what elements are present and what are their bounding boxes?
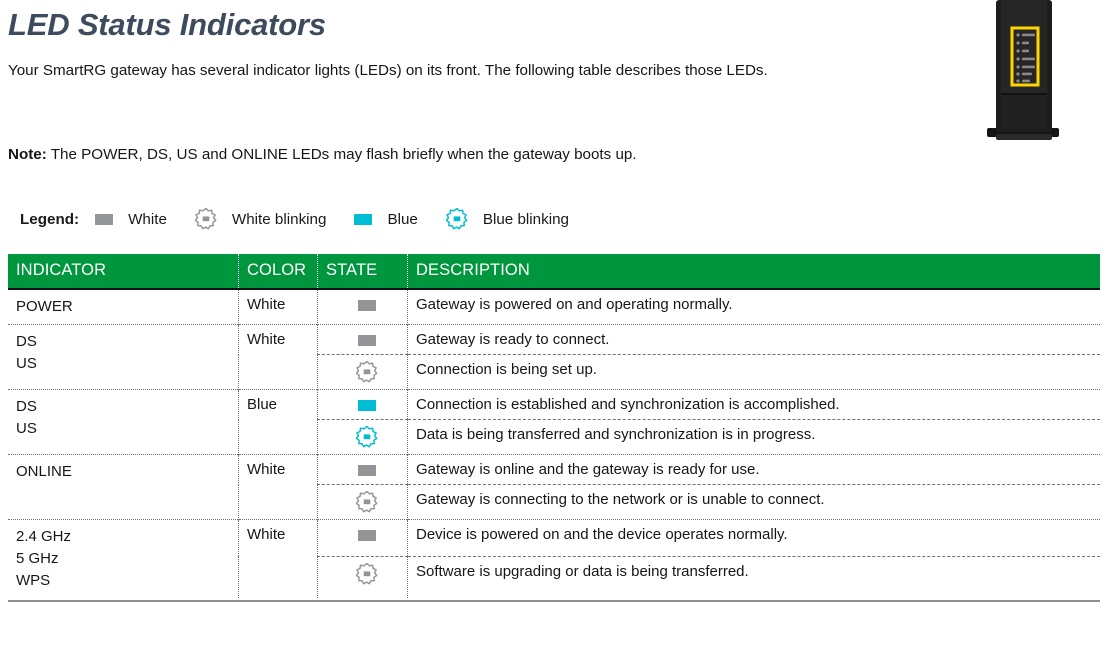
led-blue-solid-icon [357,399,376,411]
note-label: Note: [8,146,47,163]
legend-item-label: White blinking [231,210,327,228]
cell-color: White [238,324,318,390]
cell-color: White [238,519,318,598]
cell-state [317,389,408,420]
column-header-indicator: INDICATOR [8,254,239,289]
led-blue-solid-icon [354,213,373,225]
cell-description: Software is upgrading or data is being t… [416,562,749,580]
legend-item-blue-blinking: Blue blinking [445,208,569,230]
legend-item-white-blinking: White blinking [194,208,327,230]
intro-paragraph: Your SmartRG gateway has several indicat… [8,62,768,79]
page-title: LED Status Indicators [8,7,326,42]
led-white-solid-icon [357,464,376,476]
cell-description: Connection is being set up. [416,361,597,378]
table-header: INDICATOR COLOR STATE DESCRIPTION [8,254,1100,289]
led-white-blinking-icon [194,208,217,230]
led-white-solid-icon [357,299,376,311]
legend-item-white: White [95,211,167,228]
legend-item-label: Blue blinking [482,210,569,228]
cell-state [317,519,408,557]
cell-description: Gateway is online and the gateway is rea… [407,454,1100,485]
cell-description: Gateway is powered on and operating norm… [416,296,733,313]
cell-state [317,324,408,355]
led-status-table: INDICATOR COLOR STATE DESCRIPTION POWER … [8,254,1100,598]
cell-indicator: DS US [8,324,239,390]
note-line: Note: The POWER, DS, US and ONLINE LEDs … [8,144,637,166]
table-row: ONLINE White Gateway is online and the g… [8,454,1100,520]
cell-description: Connection is established and synchroniz… [407,389,1100,420]
cell-state [317,354,408,390]
cell-state [317,289,408,325]
led-white-solid-icon [95,213,114,225]
led-blue-blinking-icon [355,426,378,448]
legend-label: Legend: [20,210,80,228]
smartrg-gateway-photo [960,0,1116,156]
table-row: DS US White Gateway is ready to connect. [8,324,1100,390]
led-white-solid-icon [357,529,376,541]
cell-state [317,556,408,598]
cell-state [317,454,408,485]
table-body: POWER White Gateway is powered on and op… [8,289,1100,598]
cell-description: Data is being transferred and synchroniz… [416,426,816,443]
note-text: The POWER, DS, US and ONLINE LEDs may fl… [46,146,637,163]
led-white-blinking-icon [355,361,378,383]
cell-color: Blue [238,389,318,455]
cell-state [317,484,408,520]
legend-item-blue: Blue [354,210,418,228]
legend-item-label: Blue [387,210,418,228]
legend: Legend: White White blinking Blue Blue b… [20,208,597,230]
cell-indicator: ONLINE [8,454,239,520]
led-blue-blinking-icon [445,208,468,230]
column-header-description: DESCRIPTION [407,254,1100,289]
cell-color: White [238,289,318,325]
led-white-solid-icon [357,334,376,346]
table-bottom-border [8,600,1100,602]
cell-description: Gateway is connecting to the network or … [416,491,825,508]
table-row: 2.4 GHz 5 GHz WPS White Device is powere… [8,519,1100,598]
cell-indicator: 2.4 GHz 5 GHz WPS [8,519,239,598]
table-row: POWER White Gateway is powered on and op… [8,289,1100,325]
led-white-blinking-icon [355,562,378,585]
cell-description: Device is powered on and the device oper… [407,519,1100,557]
column-header-color: COLOR [238,254,318,289]
table-row: DS US Blue Connection is established and… [8,389,1100,455]
cell-indicator: DS US [8,389,239,455]
cell-indicator: POWER [8,289,239,325]
cell-color: White [238,454,318,520]
cell-state [317,419,408,455]
led-white-blinking-icon [355,491,378,513]
column-header-state: STATE [317,254,408,289]
legend-item-label: White [128,210,167,228]
cell-description: Gateway is ready to connect. [407,324,1100,355]
